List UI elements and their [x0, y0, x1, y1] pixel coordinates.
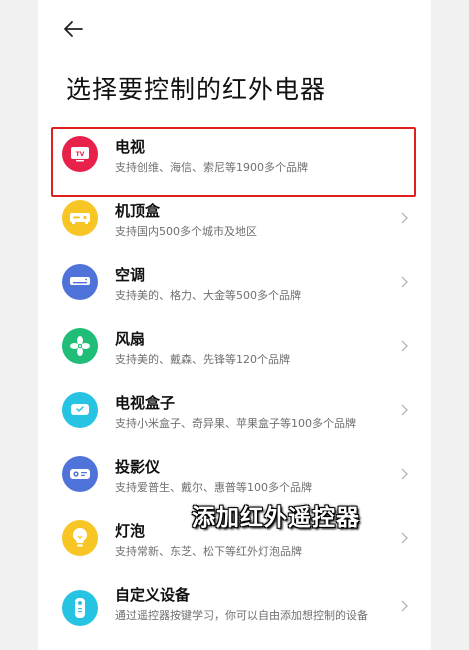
projector-icon: [62, 456, 98, 492]
device-description: 支持小米盒子、奇异果、苹果盒子等100多个品牌: [115, 417, 356, 430]
device-item-fan[interactable]: 风扇 支持美的、戴森、先锋等120个品牌: [38, 314, 431, 378]
tv-box-icon: [62, 392, 98, 428]
air-conditioner-icon: [62, 264, 98, 300]
chevron-right-icon: [401, 468, 408, 480]
remote-control-icon: [62, 590, 98, 626]
device-name: 电视盒子: [115, 394, 176, 412]
device-description: 支持美的、戴森、先锋等120个品牌: [115, 353, 290, 366]
chevron-right-icon: [401, 600, 408, 612]
device-name: 风扇: [115, 330, 146, 348]
fan-icon: [62, 328, 98, 364]
device-item-set-top-box[interactable]: 机顶盒 支持国内500多个城市及地区: [38, 186, 431, 250]
device-name: 电视: [115, 138, 146, 156]
chevron-right-icon: [401, 340, 408, 352]
chevron-right-icon: [401, 212, 408, 224]
device-item-tv[interactable]: TV 电视 支持创维、海信、索尼等1900多个品牌: [38, 122, 431, 186]
device-description: 支持常新、东芝、松下等红外灯泡品牌: [115, 545, 302, 558]
device-item-projector[interactable]: 投影仪 支持爱普生、戴尔、惠普等100多个品牌: [38, 442, 431, 506]
light-bulb-icon: [62, 520, 98, 556]
device-description: 支持爱普生、戴尔、惠普等100多个品牌: [115, 481, 312, 494]
device-description: 支持美的、格力、大金等500多个品牌: [115, 289, 301, 302]
device-item-air-conditioner[interactable]: 空调 支持美的、格力、大金等500多个品牌: [38, 250, 431, 314]
device-name: 自定义设备: [115, 586, 191, 604]
device-description: 通过遥控器按键学习，你可以自由添加想控制的设备: [115, 609, 368, 622]
device-list: TV 电视 支持创维、海信、索尼等1900多个品牌 机顶盒 支持国内500多个城…: [38, 122, 431, 644]
device-name: 机顶盒: [115, 202, 161, 220]
device-name: 投影仪: [115, 458, 161, 476]
set-top-box-icon: [62, 200, 98, 236]
svg-text:TV: TV: [76, 151, 85, 158]
device-name: 空调: [115, 266, 146, 284]
page-title: 选择要控制的红外电器: [66, 75, 327, 104]
chevron-right-icon: [401, 532, 408, 544]
device-name: 灯泡: [115, 522, 146, 540]
back-arrow-icon[interactable]: [62, 18, 84, 40]
chevron-right-icon: [401, 276, 408, 288]
device-item-tv-box[interactable]: 电视盒子 支持小米盒子、奇异果、苹果盒子等100多个品牌: [38, 378, 431, 442]
device-item-custom[interactable]: 自定义设备 通过遥控器按键学习，你可以自由添加想控制的设备: [38, 570, 431, 644]
video-caption: 添加红外遥控器: [192, 505, 360, 531]
chevron-right-icon: [401, 404, 408, 416]
device-description: 支持国内500多个城市及地区: [115, 225, 257, 238]
device-description: 支持创维、海信、索尼等1900多个品牌: [115, 161, 308, 174]
phone-screen: 选择要控制的红外电器 TV 电视 支持创维、海信、索尼等1900多个品牌 机顶盒…: [38, 0, 431, 650]
tv-icon: TV: [62, 136, 98, 172]
